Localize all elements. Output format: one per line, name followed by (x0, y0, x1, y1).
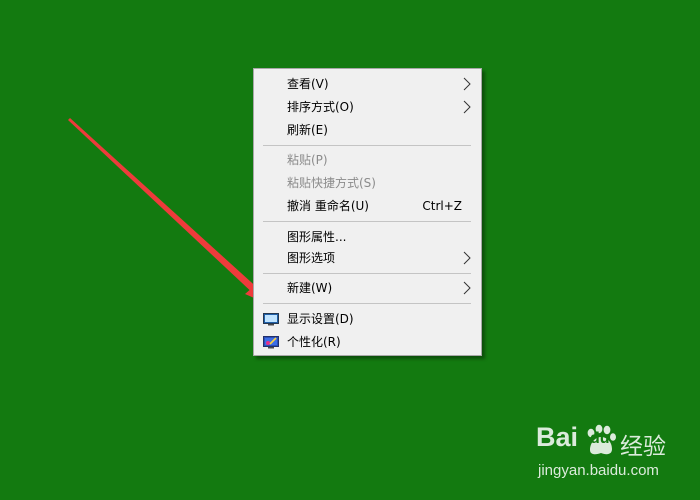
menu-separator (263, 273, 471, 274)
watermark-brand-left: Bai (536, 422, 579, 452)
display-icon (263, 313, 279, 326)
watermark-brand-right: du (590, 430, 610, 447)
menu-item-label: 撤消 重命名(U) (287, 199, 369, 213)
personalize-icon (263, 336, 279, 349)
chevron-right-icon (463, 77, 471, 91)
chevron-right-icon (463, 281, 471, 295)
menu-item-graphics-properties[interactable]: 图形属性... (254, 226, 481, 248)
menu-item-label: 图形选项 (287, 251, 336, 265)
menu-item-label: 粘贴快捷方式(S) (287, 176, 376, 190)
menu-item-graphics-options[interactable]: 图形选项 (254, 247, 481, 269)
menu-separator (263, 145, 471, 146)
menu-item-display-settings[interactable]: 显示设置(D) (254, 308, 481, 330)
menu-item-label: 个性化(R) (287, 335, 341, 349)
menu-item-refresh[interactable]: 刷新(E) (254, 119, 481, 141)
menu-item-paste: 粘贴(P) (254, 149, 481, 171)
menu-item-label: 显示设置(D) (287, 312, 354, 326)
watermark-brand-suffix: 经验 (620, 434, 666, 460)
menu-item-label: 新建(W) (287, 281, 333, 295)
menu-item-sort-by[interactable]: 排序方式(O) (254, 96, 481, 118)
chevron-right-icon (463, 251, 471, 265)
menu-item-paste-shortcut: 粘贴快捷方式(S) (254, 172, 481, 194)
desktop-context-menu: 查看(V) 排序方式(O) 刷新(E) 粘贴(P) 粘贴快捷方式(S) 撤消 重… (253, 68, 482, 356)
menu-item-label: 粘贴(P) (287, 153, 328, 167)
chevron-right-icon (463, 100, 471, 114)
menu-item-personalize[interactable]: 个性化(R) (254, 331, 481, 353)
menu-item-label: 刷新(E) (287, 123, 328, 137)
menu-item-label: 图形属性... (287, 230, 347, 244)
menu-item-label: 排序方式(O) (287, 100, 354, 114)
menu-separator (263, 303, 471, 304)
menu-item-shortcut: Ctrl+Z (422, 199, 462, 213)
menu-separator (263, 221, 471, 222)
menu-item-view[interactable]: 查看(V) (254, 73, 481, 95)
menu-item-undo-rename[interactable]: 撤消 重命名(U) Ctrl+Z (254, 195, 481, 217)
baidu-jingyan-watermark: Bai du 经验 jingyan.baidu.com (536, 420, 686, 490)
menu-item-label: 查看(V) (287, 77, 329, 91)
watermark-url: jingyan.baidu.com (538, 462, 659, 479)
menu-item-new[interactable]: 新建(W) (254, 277, 481, 299)
